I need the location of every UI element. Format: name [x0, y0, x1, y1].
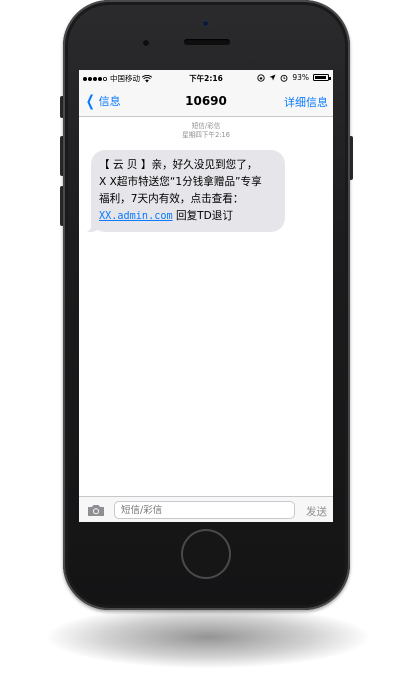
phone-shadow	[48, 606, 368, 668]
incoming-message-bubble[interactable]: 【 云 贝 】亲，好久没见到您了， X X超市特送您“1分钱拿赠品”专享 福利，…	[81, 150, 285, 232]
earpiece-speaker	[184, 39, 230, 45]
message-suffix: 回复TD退订	[172, 210, 233, 222]
location-icon	[269, 74, 276, 81]
thread-header: 短信/彩信 星期四下午2:16	[79, 122, 333, 140]
send-button[interactable]: 发送	[306, 504, 327, 519]
proximity-sensor	[202, 20, 209, 27]
message-line: X X超市特送您“1分钱拿赠品”专享	[99, 176, 262, 188]
message-type-label: 短信/彩信	[191, 122, 221, 130]
battery-icon	[313, 74, 331, 81]
front-camera	[142, 39, 150, 47]
camera-icon[interactable]	[87, 504, 105, 517]
home-button[interactable]	[181, 529, 231, 579]
lock-rotation-icon	[257, 73, 265, 82]
nav-bar: ❮ 信息 10690 详细信息	[79, 86, 333, 117]
message-input[interactable]	[114, 501, 295, 519]
status-bar: 中国移动 下午2:16 93%	[79, 70, 333, 86]
status-right-group: 93%	[257, 73, 331, 82]
message-line: 福利，7天内有效，点击查看：	[99, 193, 244, 205]
battery-percent: 93%	[292, 73, 309, 82]
message-line: XX.admin.com 回复TD退订	[99, 208, 279, 225]
composer-bar: 发送	[79, 496, 333, 522]
message-line: 【 云 贝 】亲，好久没见到您了，	[99, 159, 258, 171]
screen: 中国移动 下午2:16 93% ❮ 信息 10690 详细信息 短信/彩信 星期…	[79, 70, 333, 522]
alarm-icon	[280, 74, 288, 82]
message-link[interactable]: XX.admin.com	[99, 211, 173, 222]
message-timestamp: 星期四下午2:16	[182, 131, 230, 139]
details-button[interactable]: 详细信息	[284, 94, 328, 110]
